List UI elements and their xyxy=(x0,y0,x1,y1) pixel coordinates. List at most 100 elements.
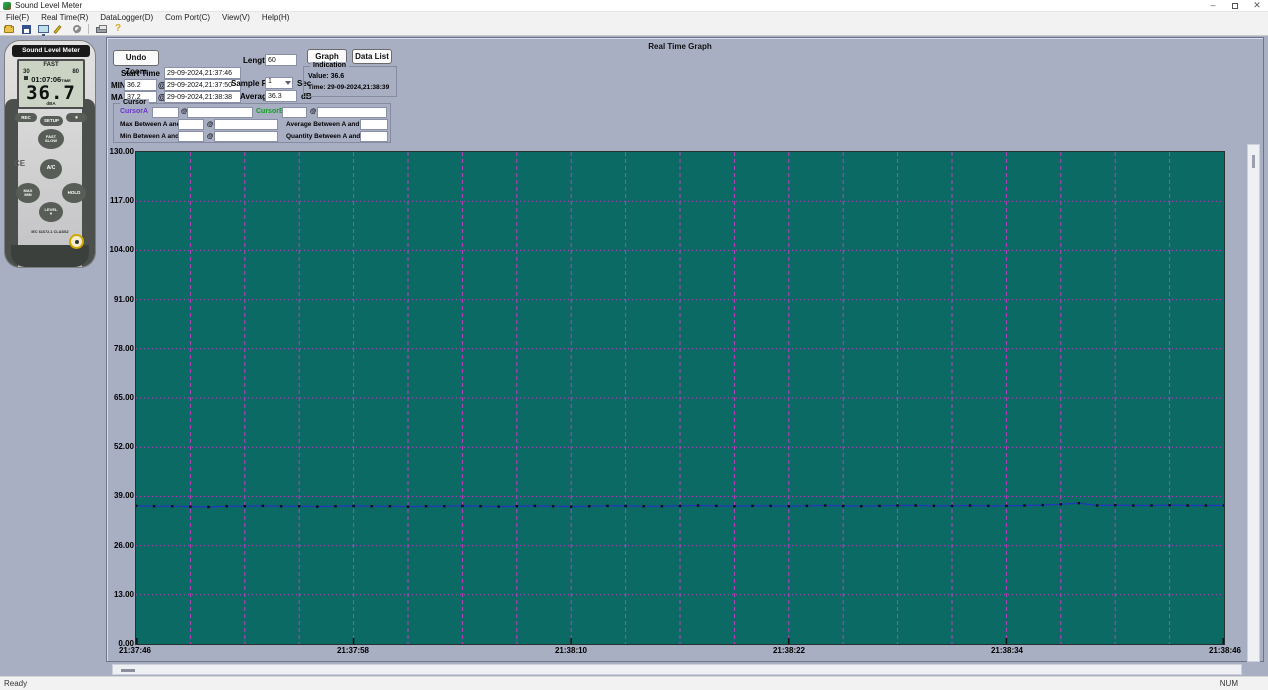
real-time-graph-panel: Real Time Graph Undo Zoom Graph Data Lis… xyxy=(106,37,1264,662)
max-between-value-field[interactable] xyxy=(178,119,204,130)
device-hold-button: HOLD xyxy=(62,183,86,203)
vertical-scrollbar-thumb[interactable] xyxy=(1252,155,1255,168)
menu-bar: File(F) Real Time(R) DataLogger(D) Com P… xyxy=(0,12,1268,23)
toolbar: ? xyxy=(0,23,1268,36)
y-tick-label: 65.00 xyxy=(108,393,134,402)
cursor-b-time-field[interactable] xyxy=(317,107,387,118)
cursor-a-label: CursorA xyxy=(120,108,148,115)
maximize-button[interactable] xyxy=(1224,0,1246,12)
max-between-label: Max Between A and B xyxy=(120,121,187,128)
chevron-down-icon xyxy=(285,81,291,85)
quantity-between-field[interactable] xyxy=(360,131,388,142)
sample-rate-value: 1 xyxy=(268,78,272,85)
menu-com-port[interactable]: Com Port(C) xyxy=(159,12,216,23)
sample-rate-select[interactable]: 1 xyxy=(265,77,293,89)
printer-icon xyxy=(96,27,107,33)
menu-datalogger[interactable]: DataLogger(D) xyxy=(94,12,159,23)
open-button[interactable] xyxy=(2,24,17,35)
device-rec-button: REC xyxy=(15,113,37,122)
indication-value: Value: 36.6 xyxy=(308,73,344,80)
real-time-graph-button[interactable] xyxy=(36,24,51,35)
device-header-label: Sound Level Meter xyxy=(12,45,90,57)
indication-groupbox: Indication Value: 36.6 Time: 29-09-2024,… xyxy=(303,66,397,97)
horizontal-scrollbar-thumb[interactable] xyxy=(121,669,135,672)
average-between-field[interactable] xyxy=(360,119,388,130)
x-tick-label: 21:38:46 xyxy=(1203,646,1247,655)
real-time-chart[interactable] xyxy=(135,151,1225,645)
menu-real-time[interactable]: Real Time(R) xyxy=(35,12,94,23)
cursor-a-time-field[interactable] xyxy=(187,107,253,118)
print-button[interactable] xyxy=(94,24,109,35)
data-list-button[interactable]: Data List xyxy=(352,49,392,64)
open-icon xyxy=(4,26,14,33)
min-value-field[interactable] xyxy=(124,79,157,91)
indication-time: Time: 29-09-2024,21:38:39 xyxy=(308,84,389,91)
cursor-b-at-symbol: @ xyxy=(310,108,316,115)
datalogger-setup-button[interactable] xyxy=(53,24,68,35)
device-ac-button: A/C xyxy=(40,159,62,179)
menu-file[interactable]: File(F) xyxy=(0,12,35,23)
max-time-field[interactable] xyxy=(164,91,241,103)
save-icon xyxy=(22,25,31,34)
indication-title: Indication xyxy=(310,62,349,69)
device-slow-label: SLOW xyxy=(45,139,57,143)
y-tick-label: 78.00 xyxy=(108,344,134,353)
device-backlight-button: ✶ xyxy=(66,113,87,122)
window-title: Sound Level Meter xyxy=(15,1,82,10)
help-button[interactable]: ? xyxy=(111,24,126,35)
device-spec-label: IEC 61672-1 CLASS2 xyxy=(5,230,95,234)
max-between-time-field[interactable] xyxy=(214,119,278,130)
y-tick-label: 26.00 xyxy=(108,541,134,550)
lcd-mode: FAST xyxy=(19,62,83,68)
stop-icon xyxy=(73,25,81,33)
y-tick-label: 13.00 xyxy=(108,590,134,599)
save-button[interactable] xyxy=(19,24,34,35)
device-setup-button: SETUP xyxy=(40,116,63,126)
maximize-icon xyxy=(1232,3,1238,9)
horizontal-scrollbar[interactable] xyxy=(112,664,1242,675)
cursor-groupbox: Cursor CursorA @ CursorB @ Max Between A… xyxy=(113,103,391,143)
x-tick-label: 21:38:34 xyxy=(985,646,1029,655)
x-tick-label: 21:37:58 xyxy=(331,646,375,655)
vertical-scrollbar[interactable] xyxy=(1247,144,1260,662)
min-between-label: Min Between A and B xyxy=(120,133,186,140)
help-icon: ? xyxy=(115,23,121,34)
lcd-unit: dBA xyxy=(19,101,83,106)
quantity-between-label: Quantity Between A and B xyxy=(286,133,367,140)
min-between-at-symbol: @ xyxy=(207,133,213,140)
device-min-label: MIN xyxy=(24,193,31,197)
device-level-button: LEVEL ▼ xyxy=(39,202,63,222)
close-button[interactable]: ✕ xyxy=(1246,0,1268,12)
x-tick-label: 21:38:22 xyxy=(767,646,811,655)
menu-view[interactable]: View(V) xyxy=(216,12,256,23)
y-tick-label: 91.00 xyxy=(108,295,134,304)
length-field[interactable] xyxy=(265,54,297,66)
stop-button[interactable] xyxy=(70,24,85,35)
status-bar: Ready NUM xyxy=(0,676,1268,690)
pen-icon xyxy=(53,25,61,34)
cursor-b-value-field[interactable] xyxy=(282,107,307,118)
cursor-title: Cursor xyxy=(120,99,149,106)
menu-help[interactable]: Help(H) xyxy=(256,12,296,23)
start-time-field[interactable] xyxy=(164,67,241,79)
y-tick-label: 117.00 xyxy=(108,196,134,205)
minimize-button[interactable]: – xyxy=(1202,0,1224,12)
min-between-time-field[interactable] xyxy=(214,131,278,142)
min-time-field[interactable] xyxy=(164,79,241,91)
device-grip-left xyxy=(5,99,18,267)
y-tick-label: 130.00 xyxy=(108,147,134,156)
cursor-b-label: CursorB xyxy=(256,108,284,115)
min-between-value-field[interactable] xyxy=(178,131,204,142)
sound-level-meter-image: Sound Level Meter FAST 30 80 01:07:06TIM… xyxy=(4,40,96,268)
monitor-icon xyxy=(38,25,49,33)
cursor-a-value-field[interactable] xyxy=(152,107,179,118)
device-level-arrow-icon: ▼ xyxy=(49,212,53,216)
x-tick-label: 21:38:10 xyxy=(549,646,593,655)
chart-plot-area[interactable] xyxy=(136,152,1224,644)
undo-zoom-button[interactable]: Undo Zoom xyxy=(113,50,159,66)
average-between-label: Average Between A and B xyxy=(286,121,366,128)
y-tick-label: 52.00 xyxy=(108,442,134,451)
device-lcd: FAST 30 80 01:07:06TIME 36.7 dBA xyxy=(17,59,85,109)
ce-mark: CE xyxy=(14,159,25,168)
average-field[interactable] xyxy=(265,90,297,102)
